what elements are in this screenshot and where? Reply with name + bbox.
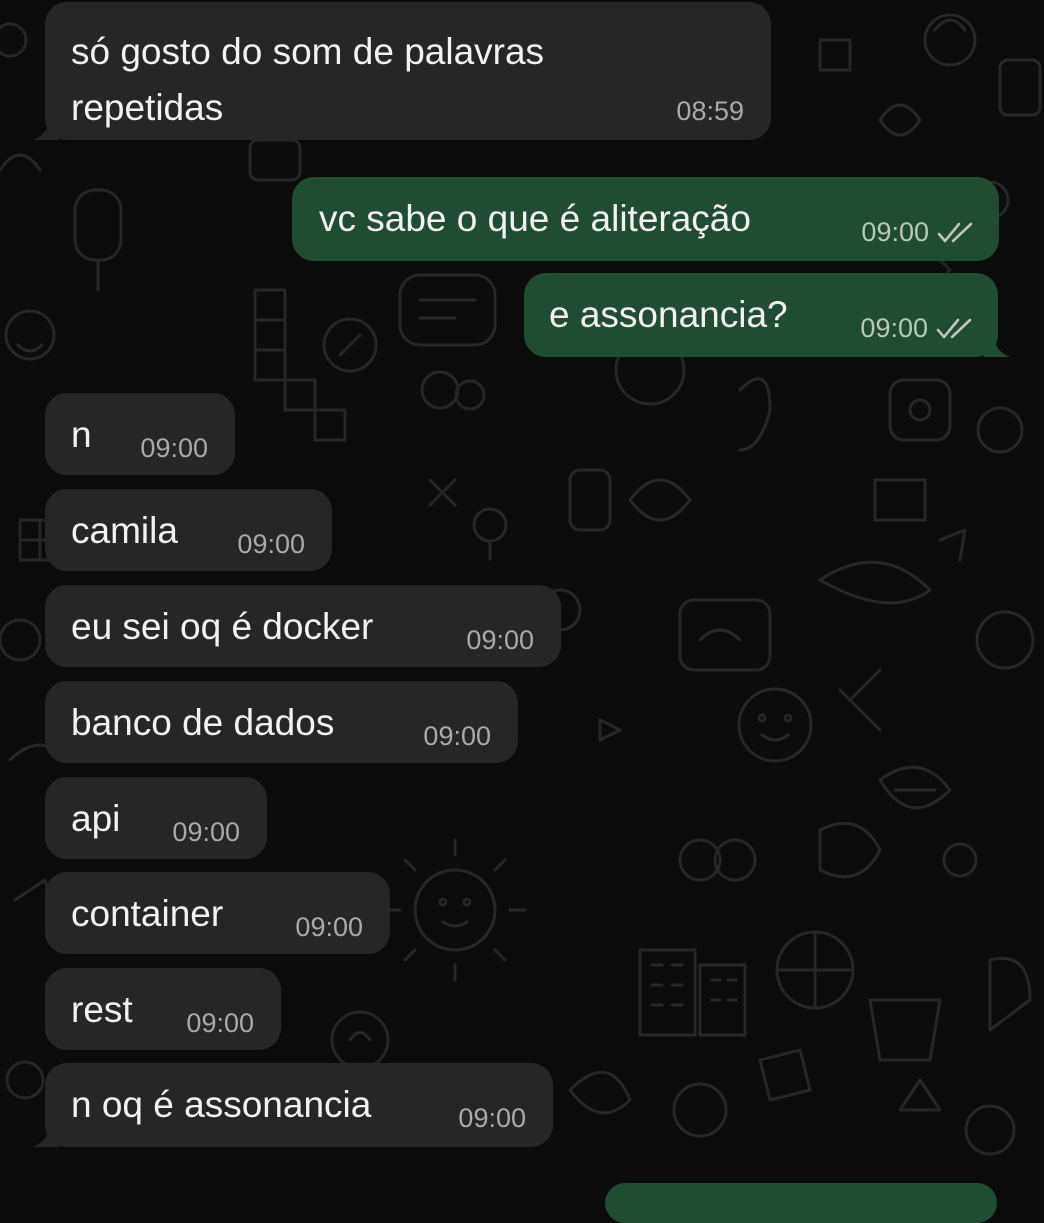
message-timestamp: 09:00 xyxy=(186,1008,254,1038)
message-timestamp: 09:00 xyxy=(466,625,534,655)
message-text: n xyxy=(71,414,92,455)
message-text: vc sabe o que é aliteração xyxy=(319,198,751,239)
bubble-tail xyxy=(33,1121,59,1147)
outgoing-message-bubble-partial[interactable] xyxy=(605,1183,997,1223)
message-meta: 09:00 xyxy=(140,433,208,464)
read-double-check-icon xyxy=(936,318,972,338)
incoming-message-bubble[interactable]: camila 09:00 xyxy=(45,489,332,571)
message-timestamp: 09:00 xyxy=(861,217,929,247)
bubble-tail xyxy=(33,114,59,140)
chat-area: só gosto do som de palavras repetidas 08:5… xyxy=(0,0,1044,1200)
message-timestamp: 09:00 xyxy=(172,817,240,847)
incoming-message-bubble[interactable]: api 09:00 xyxy=(45,777,267,859)
message-text: e assonancia? xyxy=(549,294,788,335)
message-text: repetidas xyxy=(71,87,224,128)
message-timestamp: 09:00 xyxy=(237,529,305,559)
message-text: api xyxy=(71,798,121,839)
message-text: eu sei oq é docker xyxy=(71,606,374,647)
message-timestamp: 09:00 xyxy=(295,912,363,942)
message-meta: 09:00 xyxy=(423,721,491,752)
message-meta: 09:00 xyxy=(237,529,305,560)
message-text: n oq é assonancia xyxy=(71,1084,372,1125)
message-text: só gosto do som de palavras xyxy=(71,31,545,72)
message-meta: 09:00 xyxy=(860,313,972,344)
message-meta: 09:00 xyxy=(458,1103,526,1134)
outgoing-message-bubble[interactable]: e assonancia? 09:00 xyxy=(524,273,1010,357)
incoming-message-bubble[interactable]: banco de dados 09:00 xyxy=(45,681,518,763)
message-timestamp: 09:00 xyxy=(140,433,208,463)
message-text: rest xyxy=(71,989,133,1030)
message-meta: 09:00 xyxy=(295,912,363,943)
message-timestamp: 09:00 xyxy=(860,313,928,343)
message-timestamp: 08:59 xyxy=(676,96,744,126)
incoming-message-bubble[interactable]: n 09:00 xyxy=(45,393,235,475)
message-meta: 09:00 xyxy=(861,217,973,248)
bubble-tail xyxy=(984,331,1010,357)
message-text: banco de dados xyxy=(71,702,335,743)
message-timestamp: 09:00 xyxy=(423,721,491,751)
message-meta: 09:00 xyxy=(466,625,534,656)
outgoing-message-bubble[interactable]: vc sabe o que é aliteração 09:00 xyxy=(292,177,999,261)
incoming-message-bubble[interactable]: rest 09:00 xyxy=(45,968,281,1050)
incoming-message-bubble[interactable]: container 09:00 xyxy=(45,872,390,954)
message-text: camila xyxy=(71,510,178,551)
message-meta: 09:00 xyxy=(172,817,240,848)
message-text: container xyxy=(71,893,224,934)
incoming-message-bubble[interactable]: eu sei oq é docker 09:00 xyxy=(45,585,561,667)
message-meta: 08:59 xyxy=(676,96,744,127)
read-double-check-icon xyxy=(937,222,973,242)
message-meta: 09:00 xyxy=(186,1008,254,1039)
incoming-message-bubble[interactable]: só gosto do som de palavras repetidas 08:5… xyxy=(33,2,771,140)
message-timestamp: 09:00 xyxy=(458,1103,526,1133)
incoming-message-bubble[interactable]: n oq é assonancia 09:00 xyxy=(33,1063,553,1147)
